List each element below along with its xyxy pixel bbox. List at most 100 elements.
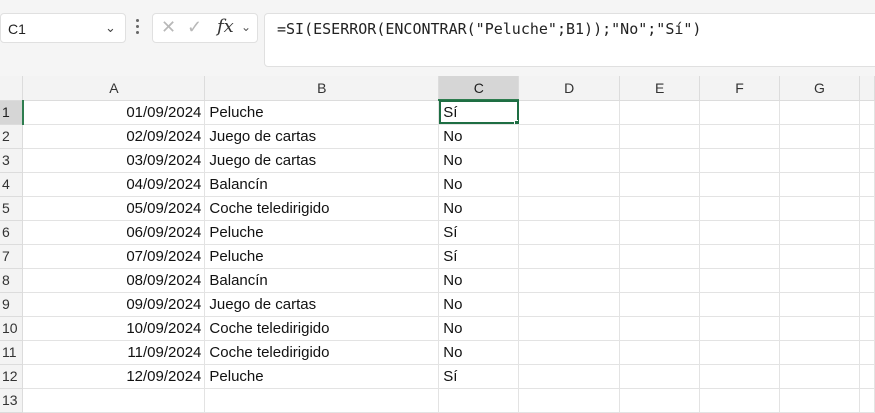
cell-g13[interactable] <box>779 388 860 413</box>
cell-extra[interactable] <box>859 340 875 365</box>
cell-f12[interactable] <box>699 364 781 389</box>
cell-extra[interactable] <box>859 292 875 317</box>
cell-extra[interactable] <box>859 388 875 413</box>
cell-f8[interactable] <box>699 268 781 293</box>
cell-e8[interactable] <box>619 268 701 293</box>
row-header[interactable]: 6 <box>0 220 24 245</box>
cell-a4[interactable]: 04/09/2024 <box>22 172 206 197</box>
cell-c13[interactable] <box>438 388 520 413</box>
cell-f2[interactable] <box>699 124 781 149</box>
cell-a2[interactable]: 02/09/2024 <box>22 124 206 149</box>
cell-f13[interactable] <box>699 388 781 413</box>
cell-c7[interactable]: Sí <box>438 244 520 269</box>
name-box-value[interactable]: C1 <box>8 21 26 37</box>
column-header-a[interactable]: A <box>22 76 206 101</box>
cell-g2[interactable] <box>779 124 860 149</box>
cell-b6[interactable]: Peluche <box>204 220 440 245</box>
cell-e6[interactable] <box>619 220 701 245</box>
formula-bar[interactable]: =SI(ESERROR(ENCONTRAR("Peluche";B1));"No… <box>264 13 875 67</box>
cell-c11[interactable]: No <box>438 340 520 365</box>
cell-e10[interactable] <box>619 316 701 341</box>
row-header[interactable]: 10 <box>0 316 24 341</box>
cell-f7[interactable] <box>699 244 781 269</box>
cell-g8[interactable] <box>779 268 860 293</box>
cell-b13[interactable] <box>204 388 440 413</box>
cell-b4[interactable]: Balancín <box>204 172 440 197</box>
cell-f11[interactable] <box>699 340 781 365</box>
cell-b5[interactable]: Coche teledirigido <box>204 196 440 221</box>
cell-a13[interactable] <box>22 388 206 413</box>
cell-f9[interactable] <box>699 292 781 317</box>
cell-extra[interactable] <box>859 100 875 125</box>
cell-d1[interactable] <box>518 100 621 125</box>
cell-c5[interactable]: No <box>438 196 520 221</box>
cell-d3[interactable] <box>518 148 621 173</box>
fill-handle[interactable] <box>514 119 518 123</box>
cell-b10[interactable]: Coche teledirigido <box>204 316 440 341</box>
cell-g12[interactable] <box>779 364 860 389</box>
cell-extra[interactable] <box>859 268 875 293</box>
cell-b3[interactable]: Juego de cartas <box>204 148 440 173</box>
row-header[interactable]: 9 <box>0 292 24 317</box>
cell-b9[interactable]: Juego de cartas <box>204 292 440 317</box>
cell-g7[interactable] <box>779 244 860 269</box>
cell-f6[interactable] <box>699 220 781 245</box>
cell-c10[interactable]: No <box>438 316 520 341</box>
cell-g6[interactable] <box>779 220 860 245</box>
cell-c3[interactable]: No <box>438 148 520 173</box>
column-header-c[interactable]: C <box>438 76 520 101</box>
cell-g4[interactable] <box>779 172 860 197</box>
cell-d11[interactable] <box>518 340 621 365</box>
cell-c4[interactable]: No <box>438 172 520 197</box>
row-header[interactable]: 1 <box>0 100 24 125</box>
cell-f4[interactable] <box>699 172 781 197</box>
cell-e1[interactable] <box>619 100 701 125</box>
cell-a7[interactable]: 07/09/2024 <box>22 244 206 269</box>
cell-extra[interactable] <box>859 364 875 389</box>
cell-g1[interactable] <box>779 100 860 125</box>
cell-d13[interactable] <box>518 388 621 413</box>
cell-c12[interactable]: Sí <box>438 364 520 389</box>
cell-extra[interactable] <box>859 172 875 197</box>
row-header[interactable]: 4 <box>0 172 24 197</box>
row-header[interactable]: 11 <box>0 340 24 365</box>
cell-extra[interactable] <box>859 316 875 341</box>
cell-a11[interactable]: 11/09/2024 <box>22 340 206 365</box>
row-header[interactable]: 5 <box>0 196 24 221</box>
cell-d5[interactable] <box>518 196 621 221</box>
column-header-g[interactable]: G <box>779 76 860 101</box>
cell-e12[interactable] <box>619 364 701 389</box>
cell-b8[interactable]: Balancín <box>204 268 440 293</box>
cell-g9[interactable] <box>779 292 860 317</box>
cell-c1[interactable]: Sí <box>438 100 520 125</box>
cell-a6[interactable]: 06/09/2024 <box>22 220 206 245</box>
row-header[interactable]: 3 <box>0 148 24 173</box>
cell-a9[interactable]: 09/09/2024 <box>22 292 206 317</box>
column-header-f[interactable]: F <box>699 76 781 101</box>
cell-c2[interactable]: No <box>438 124 520 149</box>
cell-f3[interactable] <box>699 148 781 173</box>
row-header[interactable]: 12 <box>0 364 24 389</box>
cell-a3[interactable]: 03/09/2024 <box>22 148 206 173</box>
cell-extra[interactable] <box>859 148 875 173</box>
cell-f10[interactable] <box>699 316 781 341</box>
cell-extra[interactable] <box>859 196 875 221</box>
more-options-icon[interactable] <box>136 19 140 37</box>
cell-g10[interactable] <box>779 316 860 341</box>
cell-extra[interactable] <box>859 220 875 245</box>
cell-d2[interactable] <box>518 124 621 149</box>
cell-b2[interactable]: Juego de cartas <box>204 124 440 149</box>
insert-function-button[interactable]: fx <box>217 16 234 37</box>
cell-c6[interactable]: Sí <box>438 220 520 245</box>
cell-a8[interactable]: 08/09/2024 <box>22 268 206 293</box>
column-header-extra[interactable] <box>859 76 875 101</box>
cell-d7[interactable] <box>518 244 621 269</box>
cell-a10[interactable]: 10/09/2024 <box>22 316 206 341</box>
cell-e13[interactable] <box>619 388 701 413</box>
cell-a5[interactable]: 05/09/2024 <box>22 196 206 221</box>
chevron-down-icon[interactable]: ⌄ <box>105 20 116 36</box>
cell-g3[interactable] <box>779 148 860 173</box>
row-header[interactable]: 7 <box>0 244 24 269</box>
x-icon[interactable]: ✕ <box>161 17 176 38</box>
cell-e7[interactable] <box>619 244 701 269</box>
